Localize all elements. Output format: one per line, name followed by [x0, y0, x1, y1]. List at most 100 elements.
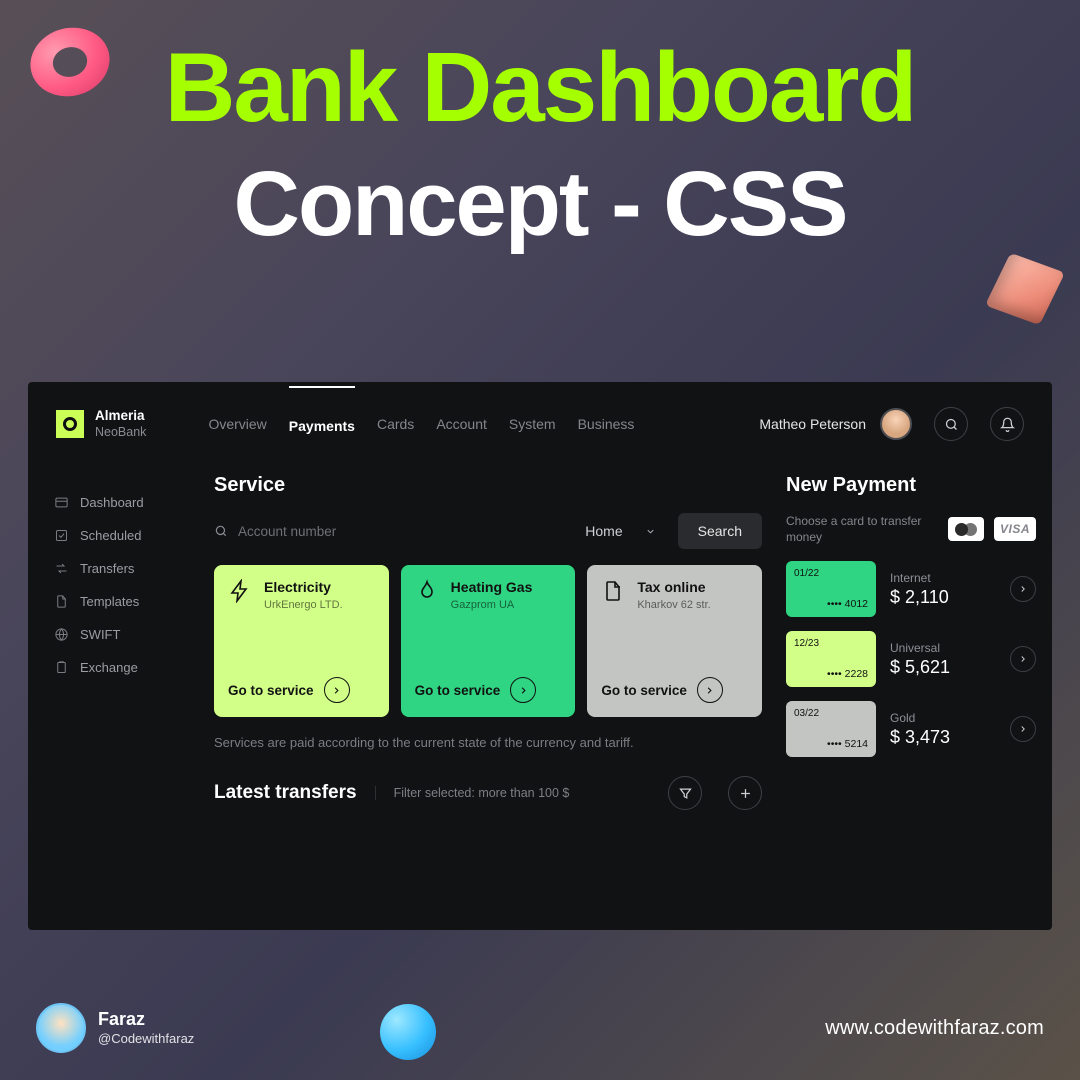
card-last4: •••• 5214 — [827, 738, 868, 750]
fire-icon — [415, 579, 441, 605]
go-button[interactable] — [1010, 716, 1036, 742]
tab-overview[interactable]: Overview — [208, 386, 266, 462]
service-note: Services are paid according to the curre… — [214, 735, 762, 750]
transfers-title: Latest transfers — [214, 782, 357, 804]
add-button[interactable] — [728, 776, 762, 810]
notifications-button[interactable] — [990, 407, 1024, 441]
input-placeholder: Account number — [238, 524, 336, 539]
hero-title-1: Bank Dashboard — [0, 38, 1080, 136]
tab-account[interactable]: Account — [436, 386, 487, 462]
chevron-down-icon — [645, 526, 656, 537]
category-dropdown[interactable]: Home — [577, 523, 663, 539]
account-number-input[interactable]: Account number — [214, 524, 563, 539]
author-avatar — [36, 1003, 86, 1053]
file-icon — [601, 579, 627, 605]
brand-name: Almeria — [95, 408, 145, 423]
payment-row-internet: 01/22 •••• 4012 Internet $ 2,110 — [786, 561, 1036, 617]
search-button[interactable]: Search — [678, 513, 762, 549]
site-url: www.codewithfaraz.com — [825, 1017, 1044, 1040]
avatar[interactable] — [880, 408, 912, 440]
sidebar-item-label: Exchange — [80, 660, 138, 675]
filter-icon — [678, 786, 693, 801]
mastercard-badge[interactable] — [948, 517, 984, 541]
tile-cta-label: Go to service — [601, 683, 687, 698]
payment-amount: $ 2,110 — [890, 587, 996, 608]
transfer-icon — [54, 561, 69, 576]
tab-business[interactable]: Business — [578, 386, 635, 462]
tile-sub: UrkEnergo LTD. — [264, 599, 343, 611]
search-icon — [944, 417, 959, 432]
tile-sub: Gazprom UA — [451, 599, 515, 611]
card-exp: 12/23 — [794, 638, 868, 649]
mini-card[interactable]: 12/23 •••• 2228 — [786, 631, 876, 687]
file-icon — [54, 594, 69, 609]
mini-card[interactable]: 03/22•••• 5214 — [786, 701, 876, 757]
sidebar-item-scheduled[interactable]: Scheduled — [54, 519, 206, 552]
new-payment-title: New Payment — [786, 474, 1036, 497]
arrow-right-icon — [510, 677, 536, 703]
chevron-right-icon — [1018, 724, 1028, 734]
sidebar-item-label: Templates — [80, 594, 139, 609]
payment-amount: $ 3,473 — [890, 727, 996, 748]
tile-title: Electricity — [264, 579, 343, 595]
card-exp: 01/22 — [794, 568, 868, 579]
topbar: Almeria NeoBank Overview Payments Cards … — [28, 382, 1052, 466]
new-payment-sub: Choose a card to transfer money — [786, 513, 938, 545]
sidebar-item-label: Scheduled — [80, 528, 141, 543]
sidebar-item-label: SWIFT — [80, 627, 120, 642]
transfers-filter-label: Filter selected: more than 100 $ — [375, 786, 642, 800]
visa-badge[interactable]: VISA — [994, 517, 1036, 541]
sidebar-item-exchange[interactable]: Exchange — [54, 651, 206, 684]
go-button[interactable] — [1010, 646, 1036, 672]
bolt-icon — [228, 579, 254, 605]
filter-button[interactable] — [668, 776, 702, 810]
sidebar-item-swift[interactable]: SWIFT — [54, 618, 206, 651]
sidebar-item-transfers[interactable]: Transfers — [54, 552, 206, 585]
chevron-right-icon — [1018, 654, 1028, 664]
tab-cards[interactable]: Cards — [377, 386, 414, 462]
search-icon — [214, 524, 228, 538]
visa-icon: VISA — [1000, 521, 1030, 537]
card-last4: •••• 2228 — [827, 668, 868, 680]
payment-label: Universal — [890, 641, 996, 655]
payment-label: Gold — [890, 711, 996, 725]
bell-icon — [1000, 417, 1015, 432]
tile-heating-gas[interactable]: Heating Gas Gazprom UA Go to service — [401, 565, 576, 717]
sidebar-item-label: Transfers — [80, 561, 134, 576]
go-button[interactable] — [1010, 576, 1036, 602]
card-last4: •••• 4012 — [827, 598, 868, 610]
payment-row-universal: 12/23•••• 2228 Universal$ 5,621 — [786, 631, 1036, 687]
sidebar-item-templates[interactable]: Templates — [54, 585, 206, 618]
tab-system[interactable]: System — [509, 386, 556, 462]
tile-tax-online[interactable]: Tax onlineKharkov 62 str. Go to service — [587, 565, 762, 717]
mastercard-icon — [955, 522, 977, 536]
chevron-right-icon — [1018, 584, 1028, 594]
plus-icon — [738, 786, 753, 801]
sidebar: Dashboard Scheduled Transfers Templates … — [28, 466, 206, 930]
card-icon — [54, 495, 69, 510]
brand-sub: NeoBank — [95, 425, 146, 439]
search-button[interactable] — [934, 407, 968, 441]
service-title: Service — [214, 474, 762, 497]
main-tabs: Overview Payments Cards Account System B… — [208, 386, 634, 462]
dropdown-value: Home — [585, 523, 622, 539]
author-name: Faraz — [98, 1009, 194, 1030]
check-square-icon — [54, 528, 69, 543]
mini-card[interactable]: 01/22 •••• 4012 — [786, 561, 876, 617]
tile-electricity[interactable]: Electricity UrkEnergo LTD. Go to service — [214, 565, 389, 717]
brand-mark-icon — [56, 410, 84, 438]
tile-cta-label: Go to service — [228, 683, 314, 698]
dashboard-app: Almeria NeoBank Overview Payments Cards … — [28, 382, 1052, 930]
clipboard-icon — [54, 660, 69, 675]
sidebar-item-dashboard[interactable]: Dashboard — [54, 486, 206, 519]
brand-logo[interactable]: Almeria NeoBank — [56, 408, 146, 439]
tile-title: Heating Gas — [451, 579, 533, 595]
payment-label: Internet — [890, 571, 996, 585]
tile-cta-label: Go to service — [415, 683, 501, 698]
author-handle: @Codewithfaraz — [98, 1031, 194, 1046]
payment-row-gold: 03/22•••• 5214 Gold $ 3,473 — [786, 701, 1036, 757]
tab-payments[interactable]: Payments — [289, 386, 355, 462]
arrow-right-icon — [697, 677, 723, 703]
cube-decoration — [985, 253, 1065, 325]
sidebar-item-label: Dashboard — [80, 495, 144, 510]
